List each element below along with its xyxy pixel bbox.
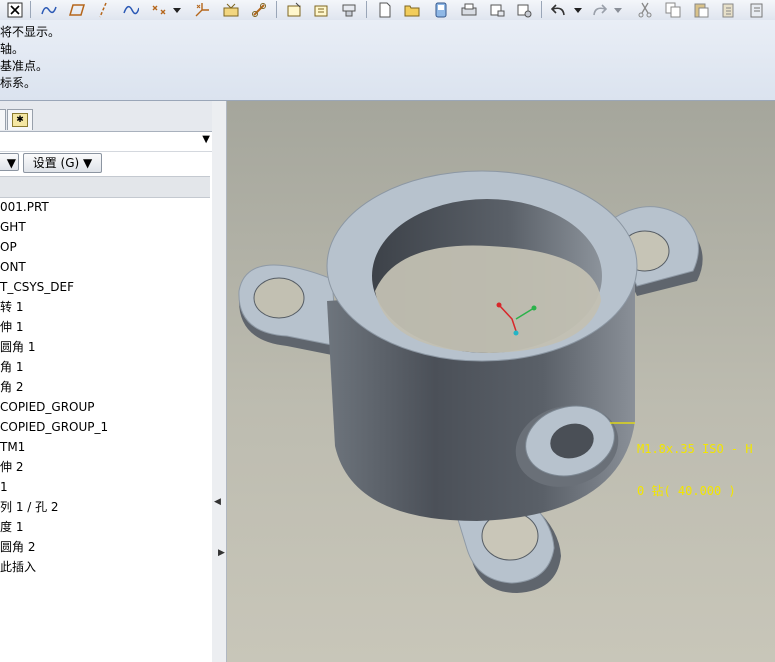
paste-icon[interactable] <box>692 1 710 18</box>
message-area: 将不显示。 轴。 基准点。 标系。 <box>0 20 775 101</box>
tree-column-header <box>0 176 210 198</box>
tree-item[interactable]: 1 <box>0 477 8 497</box>
tree-item[interactable]: 列 1 / 孔 2 <box>0 497 59 517</box>
tree-item[interactable]: OP <box>0 237 17 257</box>
hole-annotation[interactable]: M1.8x.35 ISO - H 0 钻( 40.000 ) <box>637 414 753 526</box>
open-folder-icon[interactable] <box>403 1 421 18</box>
navigator-tab-strip: ✱ <box>0 101 212 132</box>
mail-attach-icon[interactable] <box>515 1 533 18</box>
print-icon[interactable] <box>460 1 478 18</box>
close-icon[interactable] <box>6 1 24 18</box>
collapse-left-icon[interactable]: ◀ <box>214 497 221 507</box>
regenerate-icon[interactable] <box>748 1 766 18</box>
tree-view-dropdown[interactable]: ▼ <box>0 131 212 152</box>
dropdown-arrow-icon[interactable] <box>172 1 182 18</box>
favorites-icon: ✱ <box>12 113 28 127</box>
tree-item[interactable]: COPIED_GROUP <box>0 397 95 417</box>
note-edit-icon[interactable] <box>312 1 330 18</box>
redo-icon[interactable] <box>590 1 608 18</box>
tree-item[interactable]: ONT <box>0 257 26 277</box>
chevron-down-icon[interactable]: ▼ <box>202 134 210 145</box>
analysis-icon[interactable] <box>222 1 240 18</box>
graphics-viewport[interactable]: M1.8x.35 ISO - H 0 钻( 40.000 ) <box>227 101 775 662</box>
copy-icon[interactable] <box>664 1 682 18</box>
link-icon[interactable] <box>250 1 268 18</box>
tree-item[interactable]: TM1 <box>0 437 25 457</box>
stamp-icon[interactable] <box>340 1 358 18</box>
redo-dropdown-icon[interactable] <box>613 1 623 18</box>
model-tree-panel: ✱ ▼ ▼ 设置 (G) ▼ 001.PRT GHT OP ONT T_CSYS… <box>0 101 213 662</box>
tree-item[interactable]: 伸 1 <box>0 317 23 337</box>
note-icon[interactable] <box>285 1 303 18</box>
panel-splitter[interactable]: ◀ ▶ <box>212 101 227 662</box>
toolbar-separator <box>276 1 277 18</box>
tree-item[interactable]: 圆角 2 <box>0 537 35 557</box>
tree-item[interactable]: 此插入 <box>0 557 36 577</box>
undo-dropdown-icon[interactable] <box>573 1 583 18</box>
part-model <box>238 170 703 593</box>
tree-item[interactable]: COPIED_GROUP_1 <box>0 417 108 437</box>
paste-special-icon[interactable] <box>720 1 738 18</box>
message-line: 将不显示。 <box>0 25 61 39</box>
tree-item[interactable]: GHT <box>0 217 26 237</box>
tree-item[interactable]: 转 1 <box>0 297 23 317</box>
tree-item[interactable]: 度 1 <box>0 517 23 537</box>
tree-item[interactable]: 角 1 <box>0 357 23 377</box>
left-lug-hole <box>253 277 305 319</box>
save-icon[interactable] <box>432 1 450 18</box>
tree-item[interactable]: 001.PRT <box>0 197 49 217</box>
message-line: 基准点。 <box>0 59 49 73</box>
point-icon[interactable] <box>150 1 168 18</box>
tab-model-tree[interactable] <box>0 109 6 130</box>
message-line: 标系。 <box>0 76 37 90</box>
tree-item[interactable]: 圆角 1 <box>0 337 35 357</box>
undo-icon[interactable] <box>550 1 568 18</box>
toolbar-separator <box>366 1 367 18</box>
tab-favorites[interactable]: ✱ <box>7 109 33 130</box>
curve-icon[interactable] <box>122 1 140 18</box>
cut-icon[interactable] <box>636 1 654 18</box>
expand-right-icon[interactable]: ▶ <box>218 548 225 558</box>
settings-button[interactable]: 设置 (G) ▼ <box>23 153 102 173</box>
toolbar-separator <box>541 1 542 18</box>
show-menu-button[interactable]: ▼ <box>0 153 19 171</box>
annotation-line-1: M1.8x.35 ISO - H <box>637 442 753 456</box>
main-toolbar <box>0 0 775 21</box>
tree-item[interactable]: 伸 2 <box>0 457 23 477</box>
new-file-icon[interactable] <box>376 1 394 18</box>
annotation-line-2: 0 钻( 40.000 ) <box>637 484 736 498</box>
tree-item[interactable]: T_CSYS_DEF <box>0 277 74 297</box>
triad-x-point <box>496 302 502 308</box>
triad-y-point <box>531 305 537 311</box>
sketch-datum-icon[interactable] <box>40 1 58 18</box>
axis-icon[interactable] <box>94 1 112 18</box>
toolbar-separator <box>30 1 31 18</box>
mail-icon[interactable] <box>488 1 506 18</box>
triad-z-point <box>513 330 519 336</box>
tree-item[interactable]: 角 2 <box>0 377 23 397</box>
plane-icon[interactable] <box>68 1 86 18</box>
csys-icon[interactable] <box>193 1 211 18</box>
tree-button-row: ▼ 设置 (G) ▼ <box>0 151 212 175</box>
message-line: 轴。 <box>0 42 25 56</box>
